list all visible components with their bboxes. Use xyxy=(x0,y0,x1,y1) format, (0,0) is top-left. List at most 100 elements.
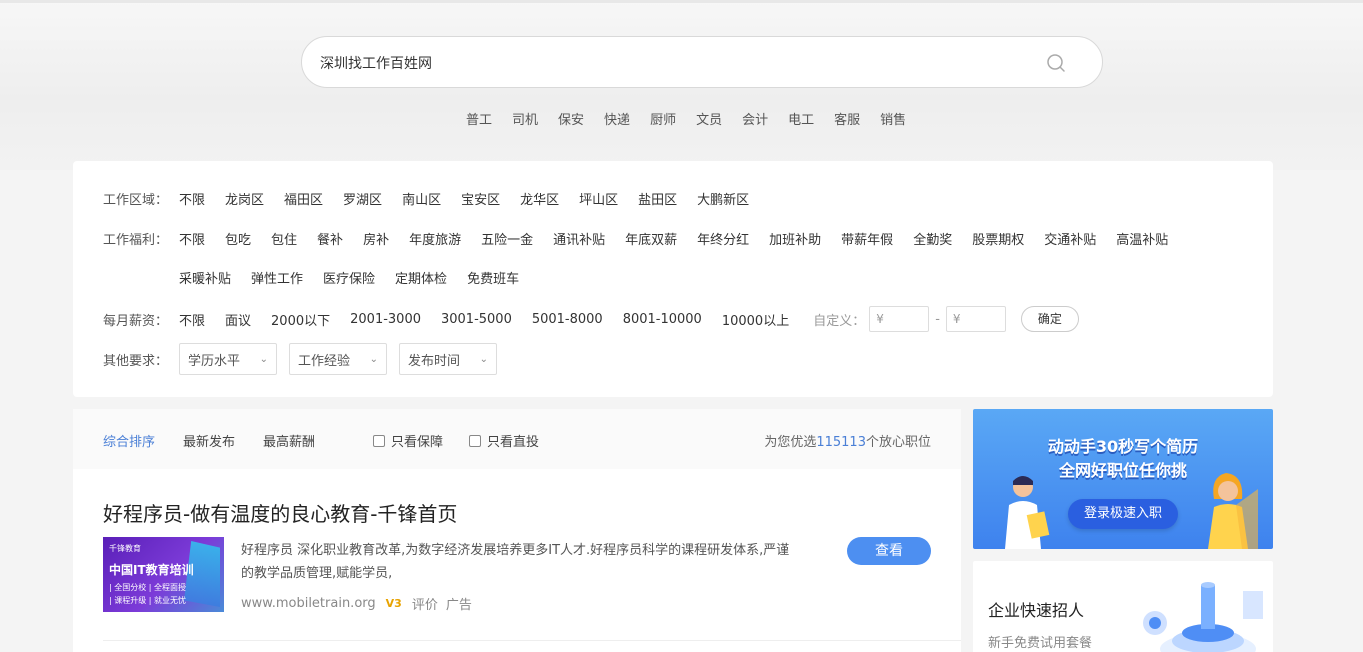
count-number: 115113 xyxy=(816,435,866,450)
filter-row-area: 工作区域： 不限 龙岗区 福田区 罗湖区 南山区 宝安区 龙华区 坪山区 盐田区… xyxy=(103,189,769,208)
custom-salary-label: 自定义： xyxy=(813,313,866,329)
employer-card-subtitle: 新手免费试用套餐 xyxy=(988,636,1093,651)
resume-banner[interactable]: 动动手30秒写个简历 全网好职位任你挑 登录极速入职 xyxy=(973,409,1273,549)
welfare-option[interactable]: 包住 xyxy=(271,229,297,248)
chevron-down-icon: ⌄ xyxy=(479,353,488,365)
thumb-headline: 中国IT教育培训 xyxy=(109,563,194,577)
welfare-option[interactable]: 股票期权 xyxy=(972,229,1024,248)
hot-link[interactable]: 快递 xyxy=(604,109,630,129)
area-option[interactable]: 龙华区 xyxy=(520,189,559,208)
only-guaranteed-checkbox[interactable]: 只看保障 xyxy=(373,431,443,450)
chevron-down-icon: ⌄ xyxy=(259,353,268,365)
hot-link[interactable]: 销售 xyxy=(880,109,906,129)
welfare-option[interactable]: 免费班车 xyxy=(467,268,519,287)
ad-url[interactable]: www.mobiletrain.org xyxy=(241,596,376,611)
area-option[interactable]: 南山区 xyxy=(402,189,441,208)
sort-comprehensive[interactable]: 综合排序 xyxy=(103,431,155,450)
ad-thumbnail[interactable]: 千锋教育 中国IT教育培训 | 全国分校 | 全程面授 | 课程升级 | 就业无… xyxy=(103,537,224,612)
salary-min-input[interactable]: ¥ xyxy=(869,306,930,332)
welfare-option[interactable]: 餐补 xyxy=(317,229,343,248)
area-option[interactable]: 大鹏新区 xyxy=(697,189,749,208)
filter-label: 工作区域： xyxy=(103,193,169,208)
salary-max-input[interactable]: ¥ xyxy=(945,306,1006,332)
hot-link[interactable]: 客服 xyxy=(834,109,860,129)
search-input[interactable] xyxy=(320,51,1020,75)
area-option[interactable]: 宝安区 xyxy=(461,189,500,208)
filter-label: 工作福利： xyxy=(103,233,169,248)
area-option[interactable]: 龙岗区 xyxy=(225,189,264,208)
salary-option[interactable]: 不限 xyxy=(179,310,205,329)
welfare-option[interactable]: 年底双薪 xyxy=(625,229,677,248)
only-direct-checkbox[interactable]: 只看直投 xyxy=(469,431,539,450)
sort-salary[interactable]: 最高薪酬 xyxy=(263,431,315,450)
search-icon[interactable] xyxy=(1046,53,1066,73)
salary-option[interactable]: 面议 xyxy=(225,310,251,329)
banner-headline: 动动手30秒写个简历 xyxy=(1047,437,1199,456)
welfare-option[interactable]: 房补 xyxy=(363,229,389,248)
banner-subheadline: 全网好职位任你挑 xyxy=(1058,461,1187,480)
thumb-brand: 千锋教育 xyxy=(109,544,141,553)
hot-link[interactable]: 文员 xyxy=(696,109,722,129)
job-list: 综合排序 最新发布 最高薪酬 只看保障 只看直投 为您优选115113个放心职位… xyxy=(73,409,961,652)
view-button[interactable]: 查看 xyxy=(847,537,931,565)
employer-card[interactable]: 企业快速招人 新手免费试用套餐 xyxy=(973,561,1273,652)
checkbox-box[interactable] xyxy=(469,434,481,447)
person-illustration-icon xyxy=(1005,476,1050,549)
filter-label: 每月薪资： xyxy=(103,313,169,329)
welfare-option[interactable]: 不限 xyxy=(179,229,205,248)
area-option[interactable]: 坪山区 xyxy=(579,189,618,208)
hot-link[interactable]: 普工 xyxy=(466,109,492,129)
filter-panel: 工作区域： 不限 龙岗区 福田区 罗湖区 南山区 宝安区 龙华区 坪山区 盐田区… xyxy=(73,161,1273,397)
hot-link[interactable]: 会计 xyxy=(742,109,768,129)
welfare-option[interactable]: 交通补贴 xyxy=(1044,229,1096,248)
welfare-option[interactable]: 全勤奖 xyxy=(913,229,952,248)
area-option[interactable]: 不限 xyxy=(179,189,205,208)
area-option[interactable]: 盐田区 xyxy=(638,189,677,208)
welfare-option[interactable]: 通讯补贴 xyxy=(553,229,605,248)
person-illustration-icon xyxy=(1208,473,1258,549)
ad-meta: www.mobiletrain.org V3 评价 广告 xyxy=(241,594,472,613)
welfare-option[interactable]: 采暖补贴 xyxy=(179,268,231,287)
area-option[interactable]: 福田区 xyxy=(284,189,323,208)
server-platform-icon xyxy=(1143,582,1263,652)
welfare-option[interactable]: 年终分红 xyxy=(697,229,749,248)
sort-newest[interactable]: 最新发布 xyxy=(183,431,235,450)
publish-time-select[interactable]: 发布时间 ⌄ xyxy=(399,343,497,375)
ad-title[interactable]: 好程序员-做有温度的良心教育-千锋首页 xyxy=(103,498,457,527)
review-link[interactable]: 评价 xyxy=(412,594,438,613)
experience-select[interactable]: 工作经验 ⌄ xyxy=(289,343,387,375)
ad-description: 好程序员 深化职业教育改革,为数字经济发展培养更多IT人才.好程序员科学的课程研… xyxy=(241,543,790,581)
welfare-option[interactable]: 加班补助 xyxy=(769,229,821,248)
welfare-option[interactable]: 高温补贴 xyxy=(1116,229,1168,248)
salary-option[interactable]: 5001-8000 xyxy=(532,312,603,327)
salary-option[interactable]: 10000以上 xyxy=(722,310,789,329)
hot-link[interactable]: 保安 xyxy=(558,109,584,129)
checkbox-box[interactable] xyxy=(373,434,385,447)
filter-label: 其他要求： xyxy=(103,353,169,369)
filter-row-salary: 每月薪资： 不限 面议 2000以下 2001-3000 3001-5000 5… xyxy=(103,306,1079,332)
salary-option[interactable]: 2001-3000 xyxy=(350,312,421,327)
welfare-option[interactable]: 带薪年假 xyxy=(841,229,893,248)
hot-link[interactable]: 司机 xyxy=(512,109,538,129)
hot-link[interactable]: 厨师 xyxy=(650,109,676,129)
welfare-option[interactable]: 定期体检 xyxy=(395,268,447,287)
welfare-option[interactable]: 年度旅游 xyxy=(409,229,461,248)
select-label: 学历水平 xyxy=(188,353,241,369)
ad-label: 广告 xyxy=(445,598,472,613)
salary-confirm-button[interactable]: 确定 xyxy=(1020,306,1079,332)
v3-badge-icon: V3 xyxy=(385,597,402,610)
quick-login-button[interactable]: 登录极速入职 xyxy=(1068,499,1178,529)
salary-option[interactable]: 8001-10000 xyxy=(623,312,702,327)
select-label: 工作经验 xyxy=(298,353,351,369)
salary-option[interactable]: 2000以下 xyxy=(271,310,330,329)
education-select[interactable]: 学历水平 ⌄ xyxy=(179,343,277,375)
welfare-option[interactable]: 弹性工作 xyxy=(251,268,303,287)
filter-row-welfare-2: 采暖补贴 弹性工作 医疗保险 定期体检 免费班车 xyxy=(179,268,539,287)
salary-option[interactable]: 3001-5000 xyxy=(441,312,512,327)
welfare-option[interactable]: 包吃 xyxy=(225,229,251,248)
welfare-option[interactable]: 医疗保险 xyxy=(323,268,375,287)
range-dash: - xyxy=(935,311,940,327)
area-option[interactable]: 罗湖区 xyxy=(343,189,382,208)
welfare-option[interactable]: 五险一金 xyxy=(481,229,533,248)
hot-link[interactable]: 电工 xyxy=(788,109,814,129)
